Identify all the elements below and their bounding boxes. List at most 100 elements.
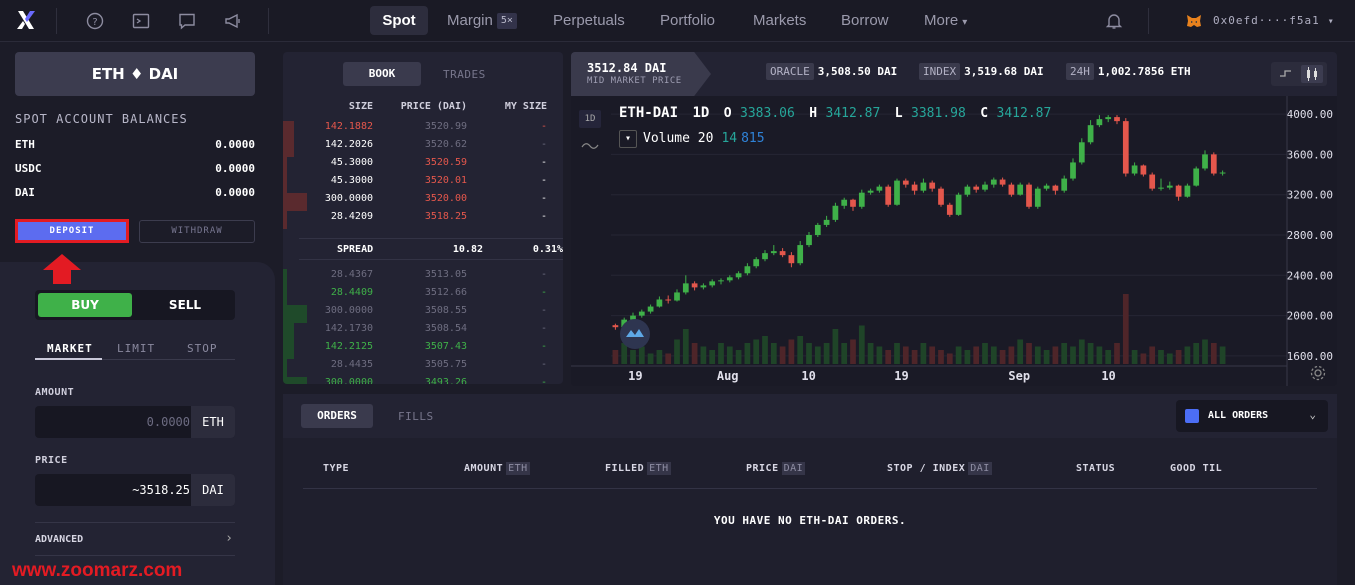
bid-row[interactable]: 28.4409 3512.66 - [283, 287, 563, 305]
ask-row[interactable]: 142.2026 3520.62 - [283, 139, 563, 157]
candle-body[interactable] [894, 180, 900, 205]
line-chart-icon[interactable] [1276, 66, 1296, 82]
candle-body[interactable] [691, 283, 698, 288]
tab-book[interactable]: BOOK [343, 62, 421, 86]
candle-body[interactable] [929, 182, 936, 189]
withdraw-button[interactable]: WITHDRAW [139, 220, 255, 243]
dydx-logo-icon[interactable] [14, 8, 38, 32]
candle-body[interactable] [982, 184, 988, 190]
candle-body[interactable] [1193, 168, 1200, 186]
candlestick-icon[interactable] [1301, 65, 1323, 83]
candle-body[interactable] [1158, 187, 1164, 189]
candle-body[interactable] [885, 186, 892, 205]
candle-body[interactable] [1140, 165, 1147, 175]
candle-body[interactable] [1131, 165, 1138, 174]
candle-body[interactable] [1052, 185, 1059, 191]
bid-row[interactable]: 28.4367 3513.05 - [283, 269, 563, 287]
candle-body[interactable] [1149, 174, 1156, 189]
candle-body[interactable] [1070, 162, 1076, 179]
advanced-toggle[interactable]: ADVANCED › [35, 522, 235, 556]
candle-body[interactable] [911, 184, 918, 191]
sell-button[interactable]: SELL [138, 293, 232, 317]
settings-gear-icon[interactable] [1309, 364, 1327, 382]
tab-margin[interactable]: Margin 5× [447, 6, 517, 35]
candle-body[interactable] [814, 224, 821, 235]
candle-body[interactable] [1008, 184, 1015, 195]
tab-trades[interactable]: TRADES [443, 68, 486, 81]
candle-body[interactable] [788, 255, 795, 264]
candle-body[interactable] [709, 281, 716, 286]
candle-body[interactable] [999, 179, 1006, 185]
candle-body[interactable] [700, 285, 707, 288]
candle-body[interactable] [1210, 154, 1217, 174]
candle-body[interactable] [876, 186, 883, 191]
candle-body[interactable] [656, 299, 663, 307]
interval-button[interactable]: 1D [579, 110, 601, 128]
megaphone-icon[interactable] [224, 12, 242, 30]
help-icon[interactable]: ? [86, 12, 104, 30]
candle-body[interactable] [762, 253, 768, 260]
tab-stop-order[interactable]: STOP [187, 342, 218, 355]
candle-body[interactable] [1026, 184, 1032, 207]
candle-body[interactable] [946, 204, 953, 215]
candle-body[interactable] [1017, 184, 1024, 195]
candle-body[interactable] [1034, 188, 1041, 207]
candle-body[interactable] [1114, 117, 1120, 122]
amount-input[interactable]: 0.0000 ETH [35, 406, 235, 438]
ask-row[interactable]: 45.3000 3520.59 - [283, 157, 563, 175]
wave-icon[interactable] [581, 140, 599, 152]
candle-body[interactable] [938, 188, 944, 205]
tab-orders[interactable]: ORDERS [301, 404, 373, 428]
tab-fills[interactable]: FILLS [398, 410, 434, 423]
candle-body[interactable] [682, 283, 689, 293]
candle-body[interactable] [638, 311, 645, 316]
candle-body[interactable] [850, 199, 856, 207]
candle-body[interactable] [1096, 119, 1103, 126]
candle-body[interactable] [665, 299, 672, 301]
candle-body[interactable] [806, 235, 812, 246]
tab-market-order[interactable]: MARKET [47, 342, 93, 355]
candle-body[interactable] [841, 199, 848, 206]
bid-row[interactable]: 142.1730 3508.54 - [283, 323, 563, 341]
candle-body[interactable] [858, 192, 865, 207]
candle-body[interactable] [735, 273, 742, 278]
candle-body[interactable] [1122, 121, 1129, 174]
terminal-icon[interactable] [132, 12, 150, 30]
candle-body[interactable] [902, 180, 909, 185]
candle-body[interactable] [990, 179, 997, 185]
buy-button[interactable]: BUY [38, 293, 132, 317]
tab-markets[interactable]: Markets [753, 6, 806, 35]
candle-body[interactable] [955, 194, 962, 215]
candle-body[interactable] [823, 219, 830, 225]
chat-icon[interactable] [178, 12, 196, 30]
ask-row[interactable]: 28.4209 3518.25 - [283, 211, 563, 229]
price-input[interactable]: ~3518.25 DAI [35, 474, 235, 506]
tab-spot[interactable]: Spot [370, 6, 428, 35]
tab-limit-order[interactable]: LIMIT [117, 342, 155, 355]
candle-body[interactable] [770, 251, 777, 254]
bid-row[interactable]: 300.0000 3508.55 - [283, 305, 563, 323]
candle-body[interactable] [779, 251, 786, 256]
candle-body[interactable] [1202, 154, 1208, 169]
tab-perpetuals[interactable]: Perpetuals [553, 6, 625, 35]
tab-borrow[interactable]: Borrow [841, 6, 889, 35]
candle-body[interactable] [1087, 125, 1094, 143]
candle-body[interactable] [1175, 185, 1182, 197]
candle-body[interactable] [1166, 185, 1173, 188]
candle-body[interactable] [973, 186, 980, 190]
candle-body[interactable] [744, 266, 751, 274]
candle-body[interactable] [867, 190, 874, 193]
tab-portfolio[interactable]: Portfolio [660, 6, 715, 35]
candle-body[interactable] [964, 186, 971, 195]
candle-body[interactable] [1105, 117, 1112, 120]
bid-row[interactable]: 300.0000 3493.26 - [283, 377, 563, 384]
ask-row[interactable]: 142.1882 3520.99 - [283, 121, 563, 139]
candle-body[interactable] [726, 277, 733, 281]
candle-body[interactable] [674, 292, 680, 301]
wallet-address[interactable]: 0x0efd····f5a1 ▾ [1213, 14, 1335, 27]
market-pair-selector[interactable]: ETH ♦ DAI [15, 52, 255, 96]
collapse-icon[interactable]: ▾ [619, 130, 637, 148]
candle-body[interactable] [1184, 185, 1191, 197]
ask-row[interactable]: 45.3000 3520.01 - [283, 175, 563, 193]
candle-body[interactable] [797, 245, 804, 264]
